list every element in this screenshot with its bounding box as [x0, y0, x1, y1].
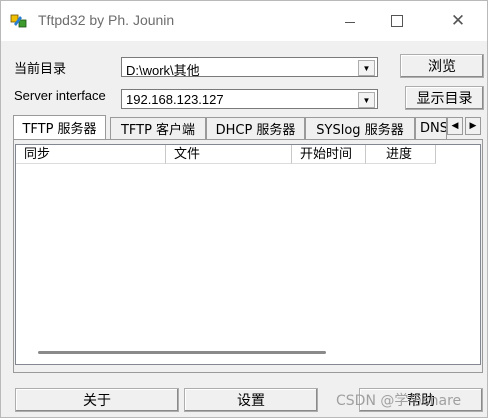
current-dir-value: D:\work\其他: [126, 63, 200, 78]
minimize-button[interactable]: [327, 1, 373, 41]
settings-button[interactable]: 设置: [184, 388, 318, 412]
tab-dhcp-server[interactable]: DHCP 服务器: [206, 117, 305, 139]
transfer-list[interactable]: 同步 文件 开始时间 进度: [15, 144, 481, 365]
server-interface-label: Server interface: [14, 88, 106, 103]
about-button[interactable]: 关于: [15, 388, 179, 412]
column-header-file[interactable]: 文件: [166, 145, 292, 164]
tftpd-app-icon: [10, 14, 27, 28]
server-interface-combobox[interactable]: 192.168.123.127 ▼: [121, 89, 378, 109]
current-dir-label: 当前目录: [14, 61, 67, 76]
show-dir-button[interactable]: 显示目录: [405, 86, 484, 110]
maximize-icon: [391, 15, 403, 27]
maximize-button[interactable]: [374, 1, 420, 41]
chevron-down-icon[interactable]: ▼: [358, 60, 375, 76]
horizontal-scrollbar[interactable]: [38, 351, 326, 354]
column-header-sync[interactable]: 同步: [16, 145, 166, 164]
tab-tftp-client[interactable]: TFTP 客户端: [110, 117, 206, 139]
current-dir-combobox[interactable]: D:\work\其他 ▼: [121, 57, 378, 78]
close-button[interactable]: ✕: [435, 1, 481, 41]
csdn-watermark: CSDN @学与share: [336, 393, 462, 409]
tab-scroll-left-icon[interactable]: ◀: [447, 117, 463, 135]
server-interface-value: 192.168.123.127: [126, 92, 224, 107]
tab-tftp-server[interactable]: TFTP 服务器: [13, 115, 106, 139]
minimize-icon: [345, 21, 355, 23]
tab-syslog-server[interactable]: SYSlog 服务器: [305, 117, 415, 139]
column-header-start-time[interactable]: 开始时间: [292, 145, 366, 164]
tftpd32-window: Tftpd32 by Ph. Jounin ✕ 当前目录 D:\work\其他 …: [0, 0, 488, 418]
tab-dns[interactable]: DNS: [415, 117, 447, 139]
tab-scroll-right-icon[interactable]: ▶: [465, 117, 481, 135]
close-icon: ✕: [450, 11, 466, 31]
browse-button[interactable]: 浏览: [400, 54, 484, 78]
title-bar: Tftpd32 by Ph. Jounin ✕: [1, 1, 487, 41]
window-title: Tftpd32 by Ph. Jounin: [38, 12, 175, 28]
column-header-progress[interactable]: 进度: [366, 145, 436, 164]
chevron-down-icon[interactable]: ▼: [358, 92, 375, 108]
